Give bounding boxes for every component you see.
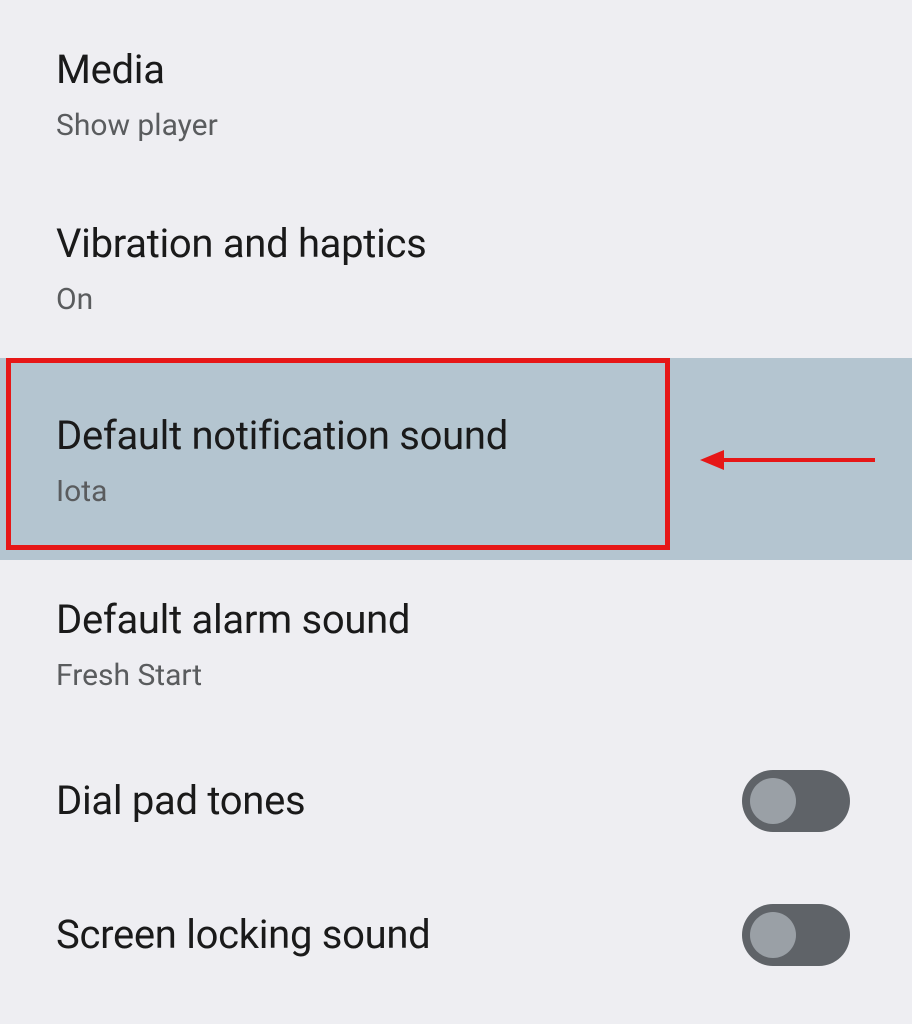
setting-subtitle-notification-sound: Iota [56, 474, 508, 510]
toggle-dial-pad-tones[interactable] [742, 770, 850, 832]
setting-dial-pad-tones[interactable]: Dial pad tones [0, 734, 912, 868]
setting-vibration-haptics[interactable]: Vibration and haptics On [0, 184, 912, 358]
setting-screen-locking-sound[interactable]: Screen locking sound [0, 868, 912, 1002]
setting-text: Default notification sound Iota [56, 412, 508, 510]
setting-subtitle-media: Show player [56, 108, 218, 144]
setting-media[interactable]: Media Show player [0, 0, 912, 184]
setting-title-dial-pad: Dial pad tones [56, 777, 305, 825]
toggle-screen-locking-sound[interactable] [742, 904, 850, 966]
setting-subtitle-alarm-sound: Fresh Start [56, 658, 410, 694]
setting-default-alarm-sound[interactable]: Default alarm sound Fresh Start [0, 560, 912, 734]
setting-text: Screen locking sound [56, 911, 430, 959]
setting-title-media: Media [56, 46, 218, 94]
setting-title-vibration: Vibration and haptics [56, 220, 427, 268]
setting-text: Vibration and haptics On [56, 220, 427, 318]
setting-title-screen-lock: Screen locking sound [56, 911, 430, 959]
setting-title-notification-sound: Default notification sound [56, 412, 508, 460]
toggle-knob [750, 912, 796, 958]
setting-text: Dial pad tones [56, 777, 305, 825]
setting-default-notification-sound[interactable]: Default notification sound Iota [0, 358, 912, 560]
setting-text: Media Show player [56, 46, 218, 144]
setting-text: Default alarm sound Fresh Start [56, 596, 410, 694]
toggle-knob [750, 778, 796, 824]
settings-list: Media Show player Vibration and haptics … [0, 0, 912, 1002]
setting-subtitle-vibration: On [56, 282, 427, 318]
setting-title-alarm-sound: Default alarm sound [56, 596, 410, 644]
